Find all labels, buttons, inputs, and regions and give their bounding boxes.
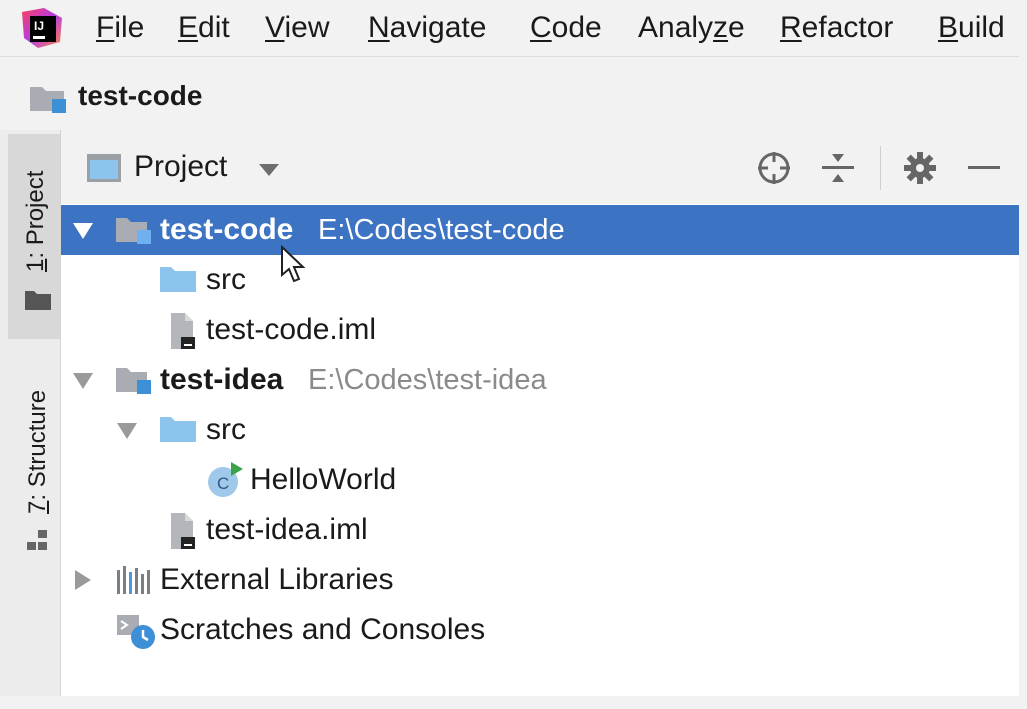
- iml-file-icon: [171, 313, 195, 349]
- minimize-icon[interactable]: [964, 148, 1004, 188]
- gear-icon[interactable]: [900, 148, 940, 188]
- menu-navigate-label: avigate: [389, 11, 487, 44]
- menu-file[interactable]: File: [96, 10, 144, 46]
- menu-file-mnemonic: F: [96, 11, 115, 44]
- expand-arrow-icon[interactable]: [71, 219, 95, 243]
- tree-label: test-code: [160, 213, 294, 246]
- module-folder-icon: [116, 368, 151, 394]
- menu-analyze-mnemonic: z: [713, 11, 729, 44]
- tree-label: HelloWorld: [250, 463, 397, 496]
- tree-row-src[interactable]: src: [61, 255, 1019, 305]
- structure-tool-mnemonic: 7: [24, 500, 51, 514]
- mouse-cursor-icon: [281, 245, 306, 283]
- tree-row-scratches-and-consoles[interactable]: Scratches and Consoles: [61, 605, 1019, 655]
- menu-edit-label: dit: [198, 11, 230, 44]
- tree-row-test-idea[interactable]: test-idea E:\Codes\test-idea: [61, 355, 1019, 405]
- module-folder-icon: [30, 87, 66, 113]
- menu-analyze-prefix: Analy: [638, 11, 714, 44]
- chevron-down-icon[interactable]: [258, 163, 280, 177]
- structure-tool-text: : Structure: [24, 389, 51, 501]
- tree-row-test-code[interactable]: test-code E:\Codes\test-code: [61, 205, 1019, 255]
- project-view-selector[interactable]: Project: [134, 150, 227, 184]
- window-right-edge: [1019, 0, 1027, 709]
- folder-icon: [25, 291, 51, 310]
- ide-window: IJ File Edit View Navigate Code Analyze …: [0, 0, 1027, 709]
- intellij-logo-icon: IJ: [22, 8, 62, 48]
- breadcrumb-project[interactable]: test-code: [78, 80, 202, 112]
- menu-code[interactable]: Code: [530, 10, 602, 46]
- header-separator: [880, 146, 881, 190]
- menu-code-label: ode: [551, 11, 602, 44]
- menu-view-mnemonic: V: [265, 11, 285, 44]
- menu-view[interactable]: View: [265, 10, 329, 46]
- tree-row-test-idea-iml[interactable]: test-idea.iml: [61, 505, 1019, 555]
- menu-analyze-label: e: [728, 11, 745, 44]
- tree-label: Scratches and Consoles: [160, 613, 486, 646]
- project-tool-label[interactable]: 1: Project: [22, 171, 50, 272]
- menu-build-label: uild: [958, 11, 1005, 44]
- expand-arrow-icon[interactable]: [71, 369, 95, 393]
- menu-analyze[interactable]: Analyze: [638, 10, 745, 46]
- iml-file-icon: [171, 513, 195, 549]
- module-folder-icon: [116, 218, 151, 244]
- window-bottom-edge: [0, 696, 1027, 709]
- tree-row-test-code-iml[interactable]: test-code.iml: [61, 305, 1019, 355]
- menu-refactor[interactable]: Refactor: [780, 10, 893, 46]
- structure-icon: [27, 530, 47, 550]
- menu-edit[interactable]: Edit: [178, 10, 230, 46]
- menu-refactor-mnemonic: R: [780, 11, 802, 44]
- tree-path: E:\Codes\test-idea: [308, 364, 547, 396]
- project-tool-text: : Project: [22, 170, 49, 259]
- tree-label: test-idea: [160, 363, 284, 396]
- locate-icon[interactable]: [754, 148, 794, 188]
- scratches-icon: [117, 615, 155, 649]
- svg-text:IJ: IJ: [34, 19, 44, 33]
- tree-row-src[interactable]: src: [61, 405, 1019, 455]
- tree-row-external-libraries[interactable]: External Libraries: [61, 555, 1019, 605]
- java-class-icon: C: [208, 462, 243, 497]
- menu-code-mnemonic: C: [530, 11, 552, 44]
- menu-navigate[interactable]: Navigate: [368, 10, 486, 46]
- menu-navigate-mnemonic: N: [368, 11, 390, 44]
- project-tool-mnemonic: 1: [22, 258, 49, 272]
- structure-tool-label[interactable]: 7: Structure: [24, 390, 52, 514]
- tree-label: src: [206, 263, 246, 296]
- source-folder-icon: [160, 267, 196, 292]
- menu-refactor-label: efactor: [801, 11, 894, 44]
- tree-label: test-idea.iml: [206, 513, 368, 546]
- svg-text:C: C: [217, 474, 229, 493]
- menu-bar: IJ File Edit View Navigate Code Analyze …: [0, 0, 1027, 57]
- menu-build[interactable]: Build: [938, 10, 1005, 46]
- menu-build-mnemonic: B: [938, 11, 959, 44]
- tree-row-helloworld[interactable]: C HelloWorld: [61, 455, 1019, 505]
- libraries-icon: [117, 566, 150, 594]
- menu-edit-mnemonic: E: [178, 11, 199, 44]
- chevron-right-icon[interactable]: [71, 568, 95, 592]
- menu-file-label: ile: [114, 11, 145, 44]
- tree-label: test-code.iml: [206, 313, 377, 346]
- project-view-icon: [87, 154, 121, 182]
- collapse-all-icon[interactable]: [818, 148, 858, 188]
- tree-path: E:\Codes\test-code: [318, 214, 565, 246]
- expand-arrow-icon[interactable]: [115, 419, 139, 443]
- menu-view-label: iew: [284, 11, 330, 44]
- tree-label: src: [206, 413, 246, 446]
- source-folder-icon: [160, 417, 196, 442]
- tree-label: External Libraries: [160, 563, 394, 596]
